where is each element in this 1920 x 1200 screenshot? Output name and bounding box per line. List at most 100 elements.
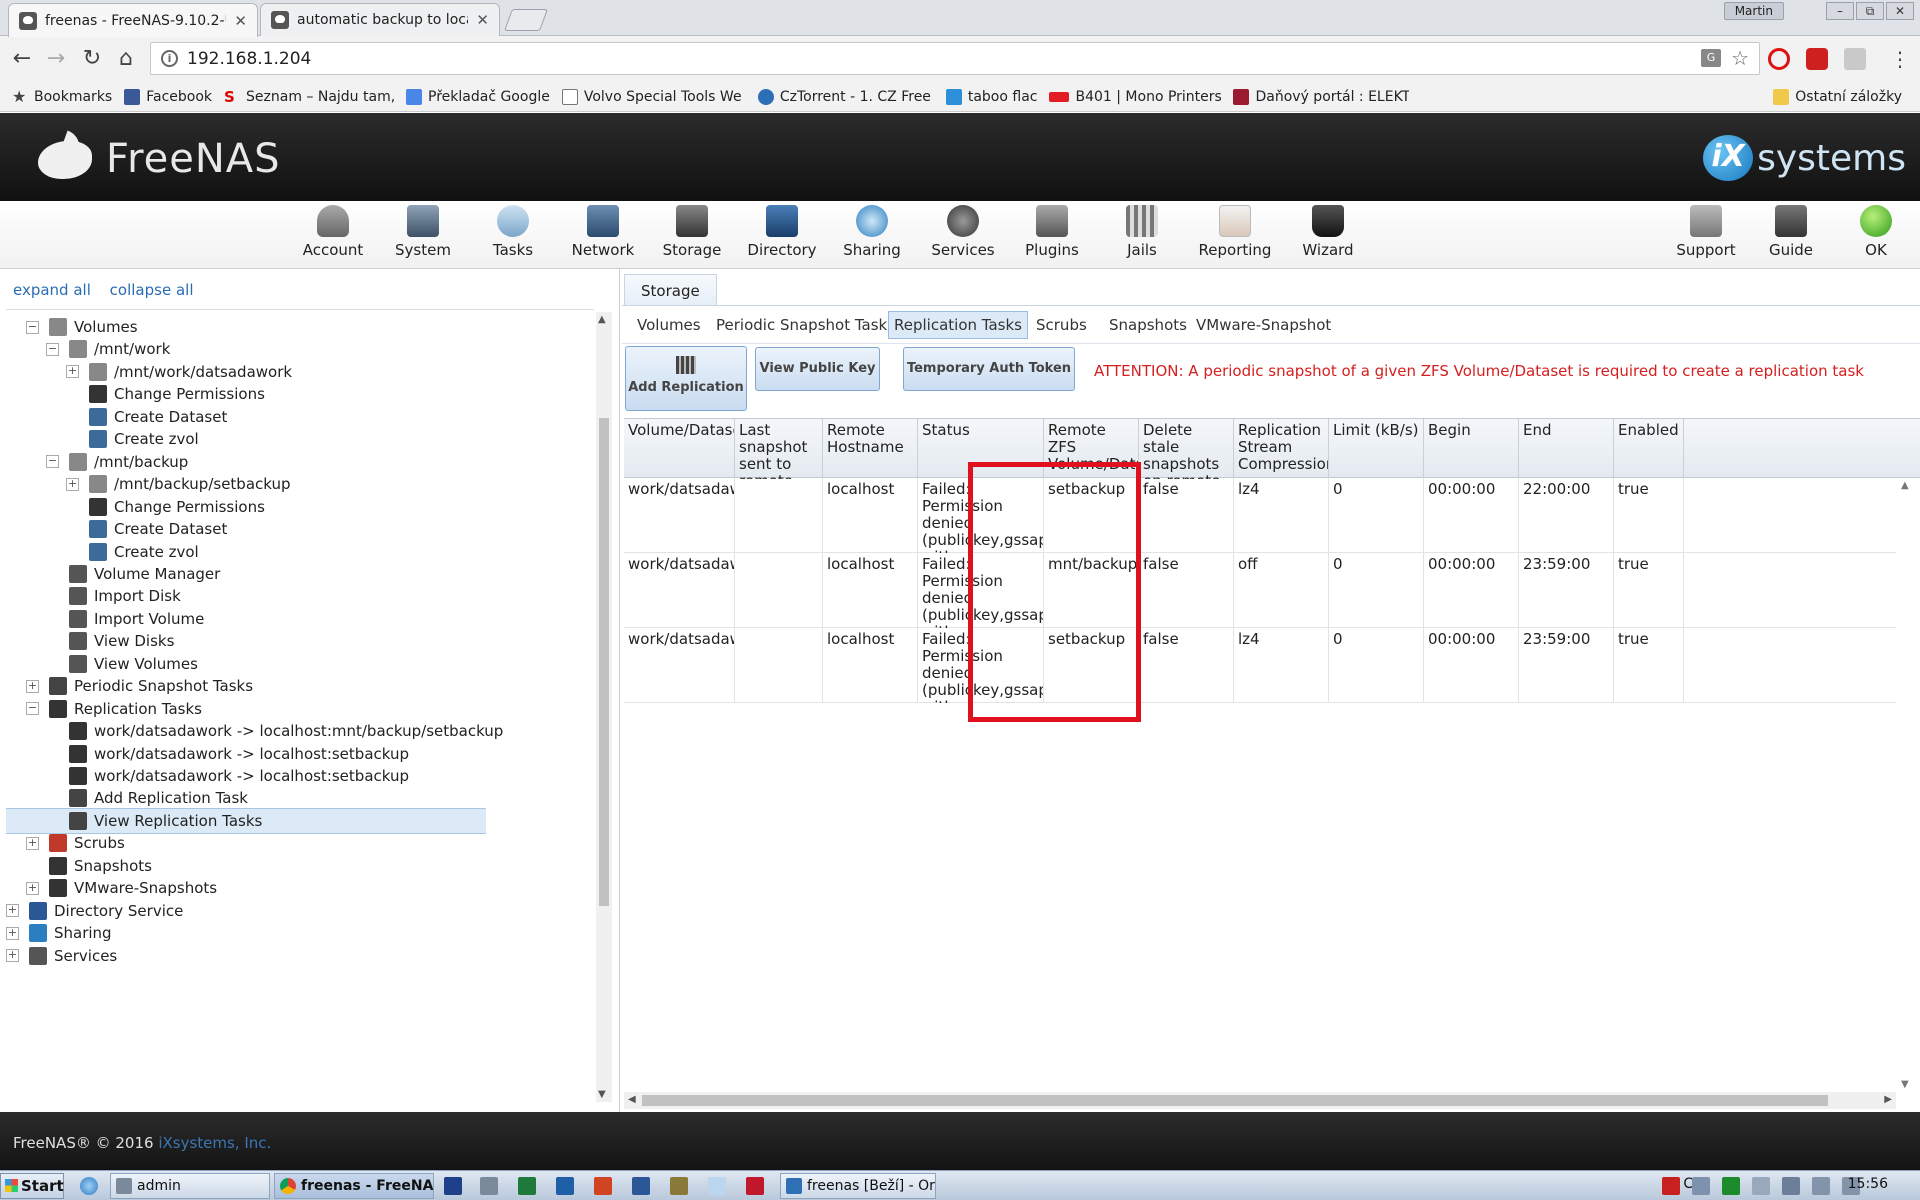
bookmark-star-icon[interactable]: ☆ — [1731, 46, 1749, 70]
profile-button[interactable]: Martin — [1723, 2, 1784, 20]
collapse-all-link[interactable]: collapse all — [110, 281, 194, 299]
column-header[interactable]: Replication Stream Compression — [1234, 419, 1329, 479]
translate-icon[interactable]: G — [1701, 49, 1721, 67]
subtab-volumes[interactable]: Volumes — [632, 311, 706, 339]
acrobat-extension-icon[interactable] — [1844, 48, 1866, 70]
temporary-auth-token-button[interactable]: Temporary Auth Token — [903, 347, 1075, 391]
bookmark-item[interactable]: Facebook — [124, 88, 212, 105]
bookmark-item[interactable]: B401 | Mono Printers | I — [1049, 89, 1221, 105]
home-icon[interactable]: ⌂ — [112, 46, 140, 74]
quicklaunch-icon[interactable] — [708, 1177, 726, 1195]
expand-node-icon[interactable]: + — [26, 679, 39, 693]
column-header[interactable]: Remote Hostname — [823, 419, 918, 479]
add-replication-button[interactable]: Add Replication — [625, 346, 747, 411]
expand-node-icon[interactable]: + — [66, 477, 79, 491]
subtab-replication-tasks[interactable]: Replication Tasks — [888, 311, 1028, 339]
scroll-up-arrow-icon[interactable]: ▲ — [1901, 480, 1909, 491]
tree-node[interactable]: + Services — [6, 943, 117, 969]
close-tab-icon[interactable]: ✕ — [476, 11, 489, 29]
expand-node-icon[interactable]: + — [66, 365, 79, 379]
column-header[interactable]: Delete stale snapshots on remote system — [1139, 419, 1234, 479]
table-horizontal-scrollbar[interactable]: ◀ ▶ — [624, 1092, 1896, 1109]
powerpoint-icon[interactable] — [594, 1177, 612, 1195]
expand-node-icon[interactable]: + — [6, 926, 19, 940]
menu-dots-icon[interactable]: ⋮ — [1886, 46, 1914, 74]
column-header[interactable]: Enabled — [1614, 419, 1684, 479]
table-row[interactable]: work/datsadawork localhostFailed: Permiss… — [624, 478, 1904, 553]
tree-scrollbar[interactable]: ▲ ▼ — [596, 312, 612, 1102]
collapse-node-icon[interactable]: − — [26, 702, 39, 716]
view-public-key-button[interactable]: View Public Key — [755, 347, 880, 391]
toolbar-directory[interactable]: Directory — [742, 205, 822, 259]
expand-node-icon[interactable]: + — [6, 904, 19, 918]
column-header[interactable]: End — [1519, 419, 1614, 479]
column-header[interactable]: Begin — [1424, 419, 1519, 479]
taskbar-item-virtualbox[interactable]: freenas [Beží] - Ora... — [780, 1173, 936, 1199]
excel-icon[interactable] — [518, 1177, 536, 1195]
close-window-button[interactable]: ✕ — [1886, 2, 1914, 20]
column-header[interactable]: Last snapshot sent to remote side — [735, 419, 823, 479]
url-input[interactable]: i 192.168.1.204 G ☆ — [150, 42, 1760, 75]
subtab-periodic-snapshot-tasks[interactable]: Periodic Snapshot Tasks — [711, 311, 900, 339]
bookmark-item[interactable]: Překladač Google — [406, 88, 550, 105]
toolbar-storage[interactable]: Storage — [652, 205, 732, 259]
toolbar-wizard[interactable]: Wizard — [1288, 205, 1368, 259]
collapse-node-icon[interactable]: − — [46, 455, 59, 469]
collapse-node-icon[interactable]: − — [46, 342, 59, 356]
quicklaunch-icon[interactable] — [480, 1177, 498, 1195]
toolbar-jails[interactable]: Jails — [1102, 205, 1182, 259]
toolbar-support[interactable]: Support — [1666, 205, 1746, 259]
new-tab-button[interactable] — [503, 9, 549, 31]
bookmark-item[interactable]: taboo flac — [945, 88, 1037, 105]
expand-all-link[interactable]: expand all — [13, 281, 91, 299]
toolbar-system[interactable]: System — [383, 205, 463, 259]
bookmark-item[interactable]: Volvo Special Tools We — [561, 88, 746, 105]
tray-icon[interactable] — [1692, 1177, 1710, 1195]
ie-quicklaunch-icon[interactable] — [80, 1177, 98, 1195]
column-header[interactable]: Remote ZFS Volume/Dataset — [1044, 419, 1139, 479]
quicklaunch-icon[interactable] — [746, 1177, 764, 1195]
toolbar-account[interactable]: Account — [293, 205, 373, 259]
bookmark-item[interactable]: CzTorrent - 1. CZ Free T — [757, 88, 934, 105]
toolbar-tasks[interactable]: Tasks — [473, 205, 553, 259]
forward-arrow-icon[interactable]: → — [42, 46, 70, 74]
network-tray-icon[interactable] — [1812, 1177, 1830, 1195]
subtab-scrubs[interactable]: Scrubs — [1031, 311, 1092, 339]
site-info-icon[interactable]: i — [161, 50, 178, 67]
tab-storage[interactable]: Storage — [624, 274, 717, 306]
tray-icon[interactable] — [1722, 1177, 1740, 1195]
scroll-right-arrow-icon[interactable]: ▶ — [1884, 1094, 1892, 1105]
quicklaunch-icon[interactable] — [670, 1177, 688, 1195]
scrollbar-thumb[interactable] — [642, 1095, 1828, 1106]
toolbar-plugins[interactable]: Plugins — [1012, 205, 1092, 259]
bookmark-item[interactable]: S Seznam – Najdu tam, c — [224, 89, 394, 105]
toolbar-alert-ok[interactable]: OK — [1836, 205, 1916, 259]
browser-tab-backup[interactable]: automatic backup to local | ✕ — [260, 3, 500, 36]
taskbar-item-chrome[interactable]: freenas - FreeNA... — [274, 1173, 434, 1199]
taskbar-item-admin[interactable]: admin — [110, 1173, 270, 1199]
expand-node-icon[interactable]: + — [26, 881, 39, 895]
ixsystems-link[interactable]: iXsystems, Inc. — [158, 1134, 271, 1152]
bookmark-item[interactable]: Daňový portál : ELEKTI — [1233, 88, 1409, 105]
start-button[interactable]: Start — [0, 1173, 64, 1199]
column-header[interactable]: Limit (kB/s) — [1329, 419, 1424, 479]
tray-icon[interactable] — [1752, 1177, 1770, 1195]
subtab-vmware-snapshot[interactable]: VMware-Snapshot — [1191, 311, 1336, 339]
youtube-extension-icon[interactable] — [1806, 48, 1828, 70]
word-icon[interactable] — [632, 1177, 650, 1195]
scroll-down-arrow-icon[interactable]: ▼ — [1901, 1079, 1909, 1090]
toolbar-network[interactable]: Network — [563, 205, 643, 259]
expand-node-icon[interactable]: + — [6, 949, 19, 963]
toolbar-reporting[interactable]: Reporting — [1195, 205, 1275, 259]
toolbar-sharing[interactable]: Sharing — [832, 205, 912, 259]
column-header[interactable]: Volume/Dataset — [624, 419, 735, 479]
scroll-left-arrow-icon[interactable]: ◀ — [628, 1094, 636, 1105]
table-row[interactable]: work/datsadawork localhostFailed: Permiss… — [624, 553, 1904, 628]
expand-node-icon[interactable]: + — [26, 836, 39, 850]
action-center-flag-icon[interactable] — [1782, 1177, 1800, 1195]
scrollbar-thumb[interactable] — [599, 418, 609, 906]
restore-button[interactable]: ⧉ — [1856, 2, 1884, 20]
opera-extension-icon[interactable] — [1768, 48, 1790, 70]
bookmark-item[interactable]: ★ Bookmarks — [12, 88, 112, 105]
subtab-snapshots[interactable]: Snapshots — [1104, 311, 1192, 339]
